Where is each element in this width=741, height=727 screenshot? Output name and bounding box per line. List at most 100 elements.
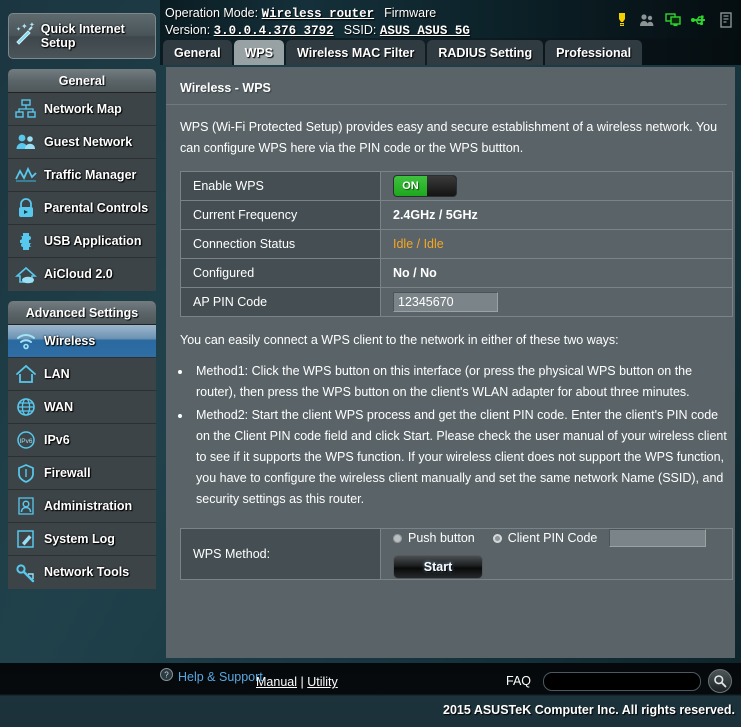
svg-text:✦: ✦ — [21, 22, 28, 31]
quick-internet-setup-button[interactable]: ✦ ✦ ✦ Quick Internet Setup — [8, 13, 156, 59]
tab-professional[interactable]: Professional — [545, 40, 643, 65]
enable-wps-toggle[interactable]: ON — [393, 175, 457, 197]
main-area: Operation Mode: Wireless router Firmware … — [160, 0, 741, 727]
top-info-bar: Operation Mode: Wireless router Firmware … — [160, 0, 741, 38]
tab-bar: General WPS Wireless MAC Filter RADIUS S… — [160, 38, 741, 65]
sidebar-item-label: Network Tools — [44, 565, 130, 580]
sidebar-item-parental-controls[interactable]: Parental Controls — [8, 192, 156, 225]
sidebar-item-lan[interactable]: LAN — [8, 358, 156, 391]
table-row: WPS Method: Push button Client PIN Code … — [180, 528, 733, 580]
svg-text:?: ? — [164, 671, 169, 680]
general-group-header: General — [8, 69, 156, 93]
system-log-pencil-icon — [8, 529, 44, 549]
sidebar-item-system-log[interactable]: System Log — [8, 523, 156, 556]
sidebar-item-network-map[interactable]: Network Map — [8, 93, 156, 126]
row-label: Connection Status — [180, 229, 381, 259]
help-and-support-link[interactable]: ? Help & Support — [160, 668, 263, 686]
sidebar: ✦ ✦ ✦ Quick Internet Setup General Netwo… — [0, 0, 160, 727]
system-log-icon[interactable] — [719, 12, 733, 28]
push-button-radio[interactable] — [393, 533, 402, 543]
wps-method-radio-row: Push button Client PIN Code — [393, 529, 732, 547]
client-pin-input[interactable] — [609, 529, 707, 547]
sidebar-item-label: Traffic Manager — [44, 167, 137, 182]
tab-general[interactable]: General — [163, 40, 232, 65]
sidebar-item-traffic-manager[interactable]: Traffic Manager — [8, 159, 156, 192]
tab-radius-setting[interactable]: RADIUS Setting — [427, 40, 544, 65]
ap-pin-code-input[interactable] — [393, 292, 498, 312]
page-description: WPS (Wi-Fi Protected Setup) provides eas… — [180, 120, 718, 155]
sidebar-item-firewall[interactable]: Firewall — [8, 457, 156, 490]
row-value: ON — [380, 171, 733, 201]
row-value: 2.4GHz / 5GHz — [380, 200, 733, 230]
help-question-icon: ? — [160, 668, 173, 686]
sidebar-item-administration[interactable]: Administration — [8, 490, 156, 523]
network-tools-wrench-icon — [8, 563, 44, 583]
row-label: Enable WPS — [180, 171, 381, 201]
sidebar-item-label: Administration — [44, 498, 133, 513]
sidebar-item-label: System Log — [44, 531, 115, 546]
connection-status-value: Idle / Idle — [380, 229, 733, 259]
copyright-text: 2015 ASUSTeK Computer Inc. All rights re… — [443, 703, 735, 717]
table-row: Configured No / No — [180, 258, 733, 288]
row-value — [380, 287, 733, 317]
parental-controls-lock-icon — [8, 198, 44, 218]
tab-wireless-mac-filter[interactable]: Wireless MAC Filter — [286, 40, 426, 65]
wan-globe-icon — [8, 397, 44, 417]
help-and-support-label: Help & Support — [178, 670, 263, 684]
table-row: Connection Status Idle / Idle — [180, 229, 733, 259]
quick-internet-setup-label: Quick Internet Setup — [40, 22, 125, 50]
usb-application-puzzle-icon — [8, 231, 44, 251]
ssid-value: ASUS ASUS_5G — [379, 24, 470, 38]
start-button[interactable]: Start — [393, 555, 483, 579]
magic-wand-icon: ✦ ✦ ✦ — [9, 21, 41, 51]
router-admin-page: ✦ ✦ ✦ Quick Internet Setup General Netwo… — [0, 0, 741, 727]
tab-wps[interactable]: WPS — [233, 40, 285, 65]
version-label: Version: — [165, 23, 211, 37]
footer-links-row: ? Help & Support Manual | Utility FAQ — [0, 663, 741, 703]
sidebar-item-wireless[interactable]: Wireless — [8, 325, 156, 358]
table-row: AP PIN Code — [180, 287, 733, 317]
manual-link[interactable]: Manual — [256, 675, 297, 689]
advanced-group-header: Advanced Settings — [8, 301, 156, 325]
sidebar-group-general: General Network Map Guest Network Traffi… — [8, 69, 156, 291]
sidebar-item-guest-network[interactable]: Guest Network — [8, 126, 156, 159]
utility-link[interactable]: Utility — [307, 675, 338, 689]
sidebar-item-label: WAN — [44, 399, 74, 414]
sidebar-item-label: LAN — [44, 366, 70, 381]
wps-method-table: WPS Method: Push button Client PIN Code … — [180, 528, 733, 580]
sidebar-item-label: Parental Controls — [44, 200, 149, 215]
client-pin-radio[interactable] — [492, 533, 502, 543]
row-label: AP PIN Code — [180, 287, 381, 317]
client-list-monitors-icon[interactable] — [665, 12, 681, 28]
howto-intro: You can easily connect a WPS client to t… — [180, 333, 619, 347]
toggle-knob — [427, 176, 456, 196]
faq-search-button[interactable] — [708, 669, 732, 693]
usb-device-icon[interactable] — [691, 12, 709, 28]
sidebar-item-label: Wireless — [44, 333, 96, 348]
network-map-icon — [8, 99, 44, 119]
svg-text:✦: ✦ — [16, 26, 21, 33]
sidebar-group-advanced: Advanced Settings Wireless LAN WAN IPv6 … — [8, 301, 156, 589]
svg-text:IPv6: IPv6 — [19, 438, 32, 445]
faq-label: FAQ — [506, 674, 532, 688]
ipv6-icon: IPv6 — [8, 430, 44, 450]
push-button-label: Push button — [408, 531, 475, 545]
faq-search-input[interactable] — [543, 672, 701, 691]
sidebar-item-label: Firewall — [44, 465, 91, 480]
search-icon — [714, 675, 727, 688]
row-value: No / No — [380, 258, 733, 288]
guest-network-users-icon[interactable] — [639, 12, 655, 28]
notification-bulb-icon[interactable] — [615, 12, 629, 28]
sidebar-item-usb-application[interactable]: USB Application — [8, 225, 156, 258]
traffic-manager-icon — [8, 165, 44, 185]
sidebar-item-network-tools[interactable]: Network Tools — [8, 556, 156, 589]
sidebar-item-aicloud[interactable]: AiCloud 2.0 — [8, 258, 156, 291]
row-label: Current Frequency — [180, 200, 381, 230]
operation-mode-value[interactable]: Wireless router — [262, 7, 375, 21]
version-value: 3.0.0.4.376_3792 — [213, 24, 334, 38]
ssid-label: SSID: — [343, 23, 377, 37]
sidebar-item-ipv6[interactable]: IPv6 IPv6 — [8, 424, 156, 457]
footer: ? Help & Support Manual | Utility FAQ 20… — [0, 663, 741, 727]
sidebar-item-label: AiCloud 2.0 — [44, 267, 113, 282]
sidebar-item-wan[interactable]: WAN — [8, 391, 156, 424]
